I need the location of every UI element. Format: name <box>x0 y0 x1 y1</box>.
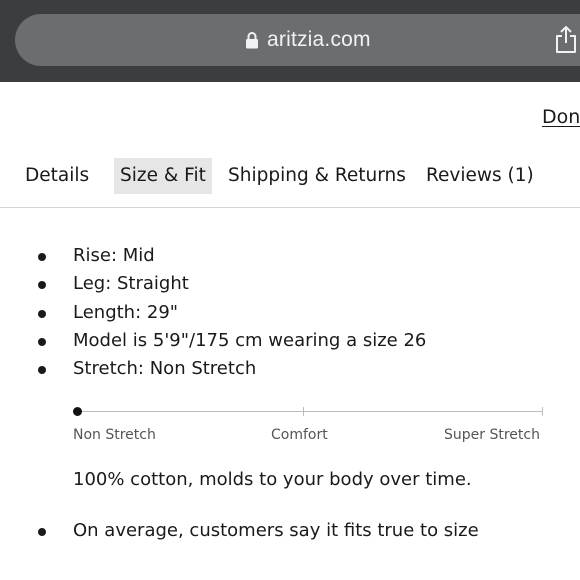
scale-marker <box>73 407 82 416</box>
done-button[interactable]: Done <box>542 106 580 128</box>
list-item-stretch: Stretch: Non Stretch <box>38 355 426 383</box>
share-icon[interactable] <box>553 24 579 54</box>
tab-divider <box>0 207 580 208</box>
list-item-text: On average, customers say it fits true t… <box>73 520 479 541</box>
tab-size-fit[interactable]: Size & Fit <box>114 158 212 194</box>
list-item-leg: Leg: Straight <box>38 270 426 298</box>
tab-shipping-returns[interactable]: Shipping & Returns <box>228 158 406 194</box>
tab-details[interactable]: Details <box>25 158 89 194</box>
scale-tick <box>542 407 543 416</box>
fabric-description: 100% cotton, molds to your body over tim… <box>73 469 472 490</box>
size-fit-list: Rise: Mid Leg: Straight Length: 29" Mode… <box>38 242 426 383</box>
list-item-text: Leg: Straight <box>73 273 189 295</box>
tab-reviews[interactable]: Reviews (1) <box>426 158 534 194</box>
list-item-length: Length: 29" <box>38 299 426 327</box>
list-item-text: Length: 29" <box>73 301 179 323</box>
list-item-text: Model is 5'9"/175 cm wearing a size 26 <box>73 329 427 351</box>
bullet-icon <box>38 281 46 290</box>
bullet-icon <box>38 337 46 346</box>
scale-tick <box>303 407 304 416</box>
lock-icon <box>245 31 259 49</box>
scale-label-non-stretch: Non Stretch <box>73 427 156 443</box>
bullet-icon <box>38 366 46 375</box>
scale-track <box>77 411 543 412</box>
list-item-text: Stretch: Non Stretch <box>73 358 257 380</box>
bullet-icon <box>38 253 46 261</box>
product-tabs: Details Size & Fit Shipping & Returns Re… <box>0 158 580 196</box>
url-display[interactable]: aritzia.com <box>245 26 371 54</box>
bullet-icon <box>38 528 46 536</box>
bullet-icon <box>38 309 46 318</box>
scale-label-comfort: Comfort <box>271 427 328 443</box>
list-item-rise: Rise: Mid <box>38 242 426 270</box>
list-item-text: Rise: Mid <box>73 245 155 266</box>
browser-toolbar: aritzia.com <box>0 0 580 82</box>
url-text: aritzia.com <box>267 28 371 51</box>
scale-label-super-stretch: Super Stretch <box>444 427 540 443</box>
list-item-model: Model is 5'9"/175 cm wearing a size 26 <box>38 327 426 355</box>
fit-note-list: On average, customers say it fits true t… <box>38 517 479 545</box>
list-item-fit: On average, customers say it fits true t… <box>38 517 479 545</box>
stretch-scale: Non Stretch Comfort Super Stretch <box>73 403 545 448</box>
